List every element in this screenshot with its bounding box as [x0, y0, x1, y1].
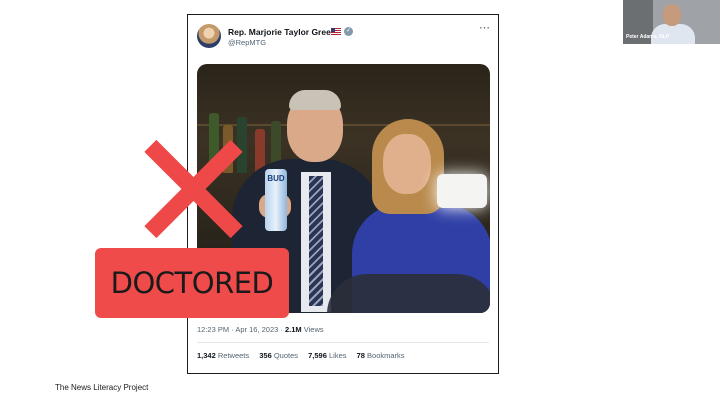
presenter-name: Peter Adams, NLP: [626, 34, 670, 40]
us-flag-icon: [331, 28, 341, 35]
tweet-time[interactable]: 12:23 PM · Apr 16, 2023 ·: [197, 325, 285, 334]
author-name[interactable]: Rep. Marjorie Taylor Greene: [228, 27, 341, 37]
likes-count: 7,596: [308, 351, 327, 360]
author-avatar[interactable]: [197, 24, 221, 48]
tweet-stats: 1,342 Retweets 356 Quotes 7,596 Likes 78…: [197, 351, 413, 360]
divider: [197, 342, 489, 343]
footer-credit: The News Literacy Project: [55, 383, 149, 392]
camera-light: [437, 174, 487, 208]
woman-face: [383, 134, 431, 194]
views-label: Views: [301, 325, 324, 334]
author-handle[interactable]: @RepMTG: [228, 38, 266, 47]
likes-stat[interactable]: 7,596 Likes: [308, 351, 346, 360]
presenter-video[interactable]: Peter Adams, NLP: [623, 0, 720, 44]
more-options-icon[interactable]: ⋯: [479, 21, 490, 34]
views-count: 2.1M: [284, 325, 302, 334]
quotes-label: Quotes: [273, 351, 299, 360]
retweets-count: 1,342: [197, 351, 216, 360]
man-hair: [289, 90, 341, 110]
beer-can: BUD: [265, 169, 287, 231]
quotes-count: 356: [259, 351, 272, 360]
quotes-stat[interactable]: 356 Quotes: [259, 351, 298, 360]
man-tie: [309, 176, 323, 306]
stamp-label: DOCTORED: [110, 266, 274, 300]
retweets-label: Retweets: [217, 351, 250, 360]
bookmarks-label: Bookmarks: [367, 351, 405, 360]
likes-label: Likes: [329, 351, 347, 360]
crowd-silhouette: [327, 274, 490, 313]
x-mark-icon: [138, 134, 248, 244]
retweets-stat[interactable]: 1,342 Retweets: [197, 351, 249, 360]
verified-icon: ✓: [344, 27, 353, 36]
bookmarks-count: 78: [356, 351, 365, 360]
tweet-meta: 12:23 PM · Apr 16, 2023 · 2.1M Views: [197, 325, 324, 334]
doctored-stamp: DOCTORED: [95, 248, 289, 318]
bookmarks-stat[interactable]: 78 Bookmarks: [357, 351, 405, 360]
presenter-head: [663, 4, 681, 26]
